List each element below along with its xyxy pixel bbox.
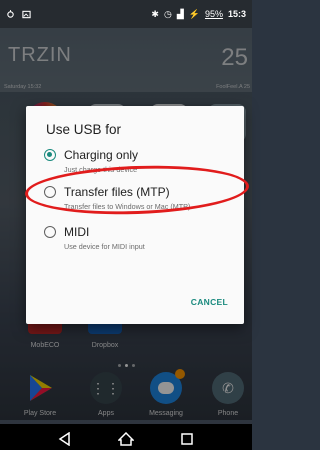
signal-icon: ▟ — [176, 8, 184, 19]
option-label: Charging only — [64, 148, 139, 162]
cancel-button[interactable]: CANCEL — [191, 297, 228, 307]
dialog-title: Use USB for — [46, 122, 122, 137]
alarm-icon: ◷ — [163, 8, 172, 19]
option-label: MIDI — [64, 225, 90, 239]
bluetooth-icon: ✱ — [151, 8, 159, 19]
image-icon — [22, 10, 31, 18]
notification-icon — [7, 9, 14, 18]
radio-charging-only[interactable] — [44, 149, 56, 161]
back-icon[interactable] — [58, 432, 72, 446]
battery-percent: 95% — [204, 9, 223, 19]
status-bar: ✱ ◷ ▟ ⚡ 95% 15:3 — [0, 0, 252, 28]
recents-icon[interactable] — [180, 432, 194, 446]
status-time: 15:3 — [227, 9, 246, 19]
home-icon[interactable] — [118, 432, 134, 446]
radio-midi[interactable] — [44, 226, 56, 238]
usb-options-dialog: Use USB for Charging only Just charge th… — [26, 106, 244, 324]
battery-icon: ⚡ — [188, 8, 200, 19]
option-description: Use device for MIDI input — [64, 242, 145, 251]
option-midi[interactable]: MIDI Use device for MIDI input — [44, 225, 240, 255]
